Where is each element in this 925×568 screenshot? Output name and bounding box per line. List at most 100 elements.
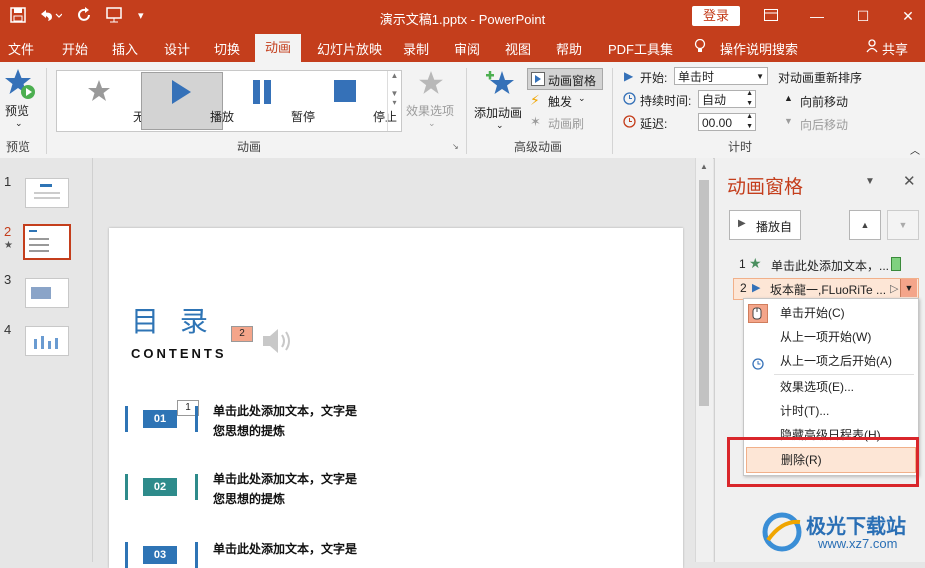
tell-me-search[interactable]: 操作说明搜索 bbox=[720, 39, 798, 58]
tab-help[interactable]: 帮助 bbox=[556, 39, 582, 58]
gallery-item-none[interactable]: 无 bbox=[59, 73, 145, 129]
tab-home[interactable]: 开始 bbox=[62, 39, 88, 58]
lightning-icon: ⚡ bbox=[530, 92, 540, 108]
trigger-button[interactable]: ⚡ 触发 ⌄ bbox=[530, 92, 590, 110]
tab-slideshow[interactable]: 幻灯片放映 bbox=[317, 39, 382, 58]
animation-pane-label: 动画窗格 bbox=[548, 74, 597, 88]
menu-label: 从上一项开始(W) bbox=[780, 330, 872, 344]
entry-dropdown-button[interactable]: ▼ bbox=[900, 279, 917, 297]
preview-button[interactable]: 预览 ⌄ bbox=[2, 68, 38, 130]
move-earlier-button[interactable]: ▲ 向前移动 bbox=[784, 92, 864, 110]
animation-star-icon: ★ bbox=[4, 240, 13, 251]
delay-value: 00.00 bbox=[702, 116, 733, 130]
animation-painter-button[interactable]: ✶ 动画刷 bbox=[530, 114, 590, 132]
slide-thumbnail-1[interactable] bbox=[25, 178, 69, 208]
triangle-down-icon: ▼ bbox=[784, 116, 793, 126]
animation-entry-2[interactable]: 2 ▶ 坂本龍一,FLuoRiTe ... ▷ ▼ bbox=[733, 278, 919, 300]
spinner-icon[interactable]: ▲ ▼ bbox=[746, 112, 753, 132]
delay-field[interactable]: 00.00 ▲ ▼ bbox=[698, 113, 756, 131]
scroll-up-icon[interactable]: ▲ bbox=[700, 162, 708, 171]
ribbon: 预览 ⌄ 预览 无 播放 暂停 停止 ▲ ▼ ▾ 效果选项 ⌄ 动画 ↘ 添加动… bbox=[0, 62, 925, 159]
watermark-url: www.xz7.com bbox=[818, 536, 898, 551]
add-animation-icon bbox=[486, 71, 514, 94]
menu-timing[interactable]: 计时(T)... bbox=[744, 399, 916, 423]
tab-animations[interactable]: 动画 bbox=[255, 34, 302, 62]
item-number-01: 01 bbox=[143, 410, 177, 428]
start-value: 单击时 bbox=[678, 70, 715, 84]
minimize-icon[interactable]: — bbox=[802, 4, 832, 28]
pane-close-icon[interactable]: ✕ bbox=[903, 172, 916, 190]
tab-transitions[interactable]: 切换 bbox=[214, 39, 240, 58]
thumb-number: 4 bbox=[4, 322, 12, 337]
slide-thumbnail-2[interactable] bbox=[23, 224, 71, 260]
gallery-item-pause[interactable]: 暂停 bbox=[223, 73, 315, 129]
chevron-down-icon: ▼ bbox=[756, 72, 764, 81]
menu-after-previous[interactable]: 从上一项之后开始(A) bbox=[744, 349, 916, 373]
group-label-advanced: 高级动画 bbox=[514, 140, 563, 154]
slide-title: 目 录 bbox=[131, 305, 214, 338]
tab-pdf-tools[interactable]: PDF工具集 bbox=[608, 39, 673, 58]
ribbon-tabs: 文件 开始 插入 设计 切换 动画 幻灯片放映 录制 审阅 视图 帮助 PDF工… bbox=[0, 34, 925, 62]
gallery-scroll[interactable]: ▲ ▼ ▾ bbox=[387, 71, 401, 131]
chevron-down-icon: ⌄ bbox=[428, 118, 436, 128]
item-text-line1: 单击此处添加文本，文字是 bbox=[213, 472, 358, 486]
tab-insert[interactable]: 插入 bbox=[112, 39, 138, 58]
move-down-button[interactable]: ▼ bbox=[887, 210, 919, 240]
slide-thumbnail-4[interactable] bbox=[25, 326, 69, 356]
pane-options-icon[interactable]: ▼ bbox=[865, 176, 875, 187]
lightbulb-icon bbox=[694, 38, 706, 57]
collapse-ribbon-icon[interactable]: ︿ bbox=[910, 142, 920, 157]
maximize-icon[interactable]: ☐ bbox=[848, 4, 878, 28]
triangle-up-icon: ▲ bbox=[784, 93, 793, 103]
menu-label: 从上一项之后开始(A) bbox=[780, 354, 892, 368]
play-from-button[interactable]: ▶ 播放自 bbox=[729, 210, 801, 240]
menu-start-on-click[interactable]: 单击开始(C) bbox=[744, 301, 916, 325]
gallery-item-play[interactable]: 播放 bbox=[141, 72, 234, 130]
move-later-button[interactable]: ▼ 向后移动 bbox=[784, 115, 864, 133]
delay-clock-icon bbox=[623, 115, 636, 131]
spinner-icon[interactable]: ▲ ▼ bbox=[746, 89, 753, 109]
effect-options-button[interactable]: 效果选项 ⌄ bbox=[404, 68, 460, 134]
animation-gallery: 无 播放 暂停 停止 ▲ ▼ ▾ bbox=[56, 70, 402, 132]
animation-tag-2[interactable]: 2 bbox=[231, 326, 253, 342]
watermark-name: 极光下载站 bbox=[806, 516, 906, 538]
item-text-line2: 您思想的提炼 bbox=[213, 492, 286, 506]
vertical-scrollbar[interactable]: ▲ bbox=[695, 158, 713, 562]
slide-thumbnails-pane: 1 2 ★ 3 4 bbox=[0, 158, 93, 562]
login-button[interactable]: 登录 bbox=[692, 6, 740, 26]
animation-pane-button[interactable]: 动画窗格 bbox=[527, 68, 603, 90]
start-dropdown[interactable]: 单击时 ▼ bbox=[674, 67, 768, 85]
tab-record[interactable]: 录制 bbox=[403, 39, 429, 58]
trigger-label: 触发 bbox=[548, 95, 573, 109]
delay-label: 延迟: bbox=[640, 117, 668, 131]
title-bar: ▾ 演示文稿1.pptx - PowerPoint 登录 — ☐ ✕ bbox=[0, 0, 925, 34]
scrollbar-thumb[interactable] bbox=[699, 180, 709, 406]
slide-thumbnail-3[interactable] bbox=[25, 278, 69, 308]
tab-design[interactable]: 设计 bbox=[164, 39, 190, 58]
duration-field[interactable]: 自动 ▲ ▼ bbox=[698, 90, 756, 108]
share-button[interactable]: 共享 bbox=[882, 39, 908, 58]
highlight-box bbox=[727, 437, 919, 487]
clock-icon bbox=[623, 92, 636, 108]
chevron-down-icon: ⌄ bbox=[578, 93, 586, 103]
ribbon-display-icon[interactable] bbox=[756, 4, 786, 28]
slide-canvas[interactable]: 目 录 CONTENTS 2 1 01 单击此处添加文本，文字是 您思想的提炼 … bbox=[109, 228, 683, 568]
trigger-marker-icon: ▷ bbox=[890, 283, 899, 295]
menu-with-previous[interactable]: 从上一项开始(W) bbox=[744, 325, 916, 349]
move-up-button[interactable]: ▲ bbox=[849, 210, 881, 240]
speaker-icon[interactable] bbox=[261, 326, 297, 356]
animation-entry-1[interactable]: 1 ★ 单击此处添加文本，... bbox=[737, 255, 919, 274]
tab-review[interactable]: 审阅 bbox=[454, 39, 480, 58]
thumb-number: 1 bbox=[4, 174, 12, 189]
painter-label: 动画刷 bbox=[548, 117, 585, 131]
dialog-launcher-icon[interactable]: ↘ bbox=[452, 142, 459, 151]
animation-pane-icon bbox=[531, 72, 545, 86]
tab-file[interactable]: 文件 bbox=[8, 39, 34, 58]
gallery-item-stop[interactable]: 停止 bbox=[305, 73, 397, 129]
add-animation-button[interactable]: 添加动画 ⌄ bbox=[472, 68, 528, 134]
close-icon[interactable]: ✕ bbox=[893, 4, 923, 28]
preview-star-icon bbox=[5, 69, 35, 99]
menu-effect-options[interactable]: 效果选项(E)... bbox=[744, 375, 916, 399]
painter-star-icon: ✶ bbox=[530, 114, 541, 129]
tab-view[interactable]: 视图 bbox=[505, 39, 531, 58]
